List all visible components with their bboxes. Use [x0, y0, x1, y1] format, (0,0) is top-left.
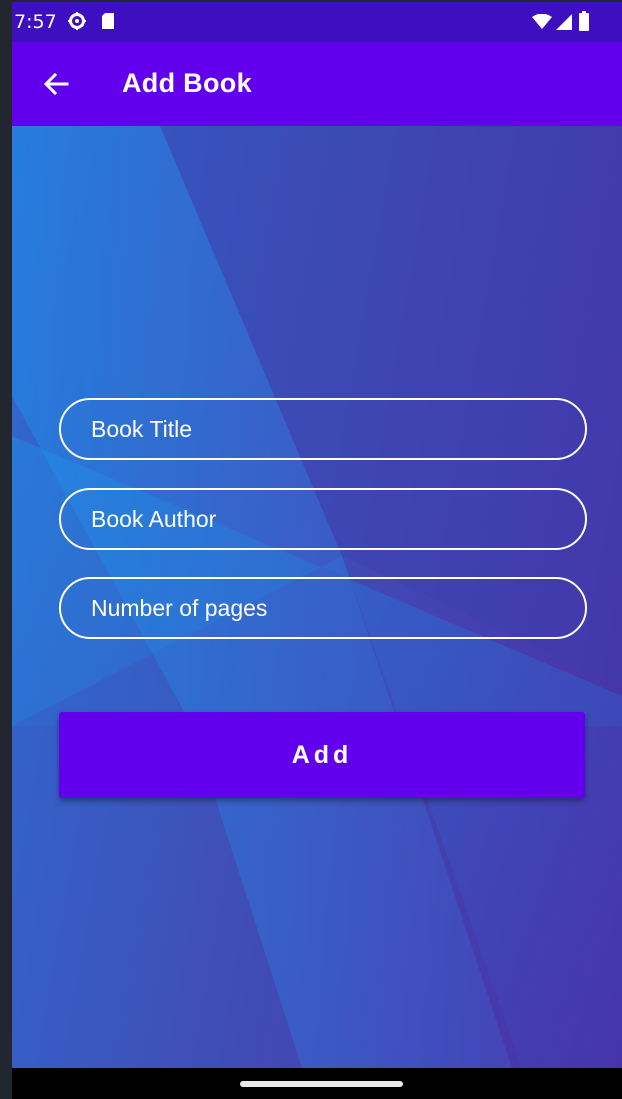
- book-author-field[interactable]: [59, 488, 587, 550]
- home-gesture-handle[interactable]: [240, 1081, 403, 1087]
- wifi-icon: [532, 13, 552, 34]
- app-screen: 7:57 Add Book Book Title Book Author Num…: [12, 2, 622, 1099]
- add-book-form: Add: [12, 126, 622, 1068]
- battery-icon: [579, 11, 589, 35]
- add-button[interactable]: Add: [59, 712, 585, 798]
- status-time: 7:57: [14, 11, 57, 33]
- pages-input[interactable]: [61, 579, 585, 637]
- settings-gear-icon: [68, 12, 86, 30]
- status-bar: 7:57: [12, 2, 622, 42]
- app-bar: Add Book: [12, 42, 622, 126]
- book-title-input[interactable]: [61, 400, 585, 458]
- book-title-field[interactable]: [59, 398, 587, 460]
- back-button[interactable]: [34, 64, 78, 108]
- book-author-input[interactable]: [61, 490, 585, 548]
- pages-field[interactable]: [59, 577, 587, 639]
- sim-card-icon: [100, 12, 118, 30]
- arrow-back-icon: [43, 72, 69, 100]
- navigation-bar: [12, 1068, 622, 1099]
- page-title: Add Book: [122, 68, 252, 98]
- cellular-signal-icon: [556, 14, 572, 34]
